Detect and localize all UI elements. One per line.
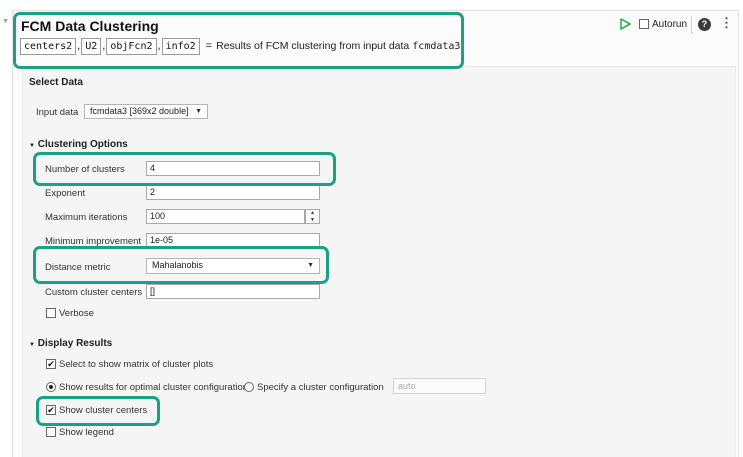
output-summary: centers2 , U2 , objFcn2 , info2 = Result… [20, 37, 460, 55]
checkmark-icon: ✔ [47, 405, 55, 415]
run-icon[interactable] [618, 17, 632, 31]
help-icon[interactable]: ? [698, 18, 711, 31]
display-results-heading[interactable]: ▼ Display Results [29, 338, 112, 349]
task-title: FCM Data Clustering [21, 18, 159, 34]
input-data-value: fcmdata3 [369x2 double] [90, 106, 189, 116]
input-data-label: Input data [36, 107, 79, 118]
select-data-heading: Select Data [29, 77, 83, 88]
clustering-options-label: Clustering Options [37, 139, 128, 150]
max-iterations-spinner[interactable]: ▲ ▼ [305, 209, 320, 224]
autorun-label: Autorun [652, 19, 688, 30]
distance-metric-label: Distance metric [45, 262, 111, 273]
comma-separator: , [102, 40, 106, 52]
min-improvement-field[interactable]: 1e-05 [146, 233, 320, 248]
checkmark-icon: ✔ [47, 359, 55, 369]
distance-metric-dropdown[interactable]: Mahalanobis ▼ [146, 258, 320, 274]
max-iterations-label: Maximum iterations [45, 212, 128, 223]
output-var-info[interactable]: info2 [161, 37, 200, 55]
exponent-field[interactable]: 2 [146, 185, 320, 200]
task-description: Results of FCM clustering from input dat… [216, 40, 410, 52]
show-centers-checkbox[interactable]: ✔ [46, 405, 56, 415]
specify-config-radio[interactable] [244, 382, 254, 392]
custom-centers-field[interactable]: [] [146, 284, 320, 299]
specify-config-field[interactable]: auto [393, 378, 486, 394]
verbose-checkbox[interactable] [46, 308, 56, 318]
optimal-config-label: Show results for optimal cluster configu… [59, 382, 249, 393]
num-clusters-field[interactable]: 4 [146, 161, 320, 176]
custom-centers-label: Custom cluster centers [45, 287, 143, 298]
more-options-icon[interactable]: ⋮ [720, 16, 733, 30]
exponent-label: Exponent [45, 188, 86, 199]
distance-metric-value: Mahalanobis [152, 260, 204, 270]
comma-separator: , [77, 40, 81, 52]
collapse-caret-icon: ▼ [29, 342, 35, 348]
min-improvement-label: Minimum improvement [45, 236, 142, 247]
optimal-config-radio[interactable] [46, 382, 56, 392]
specify-config-label: Specify a cluster configuration [257, 382, 384, 393]
dropdown-arrow-icon: ▼ [307, 262, 314, 269]
task-content-area [22, 66, 736, 457]
toolbar-divider [691, 16, 692, 34]
comma-separator: , [157, 40, 161, 52]
input-var-name: fcmdata3 [412, 40, 461, 52]
show-centers-label: Show cluster centers [59, 405, 148, 416]
show-legend-checkbox[interactable] [46, 427, 56, 437]
clustering-options-heading[interactable]: ▼ Clustering Options [29, 139, 128, 150]
show-legend-label: Show legend [59, 427, 114, 438]
max-iterations-field[interactable]: 100 [146, 209, 305, 224]
output-var-objective[interactable]: objFcn2 [106, 37, 157, 55]
dropdown-arrow-icon: ▼ [195, 108, 202, 115]
equals-sign: = [205, 40, 213, 52]
matrix-plots-checkbox[interactable]: ✔ [46, 359, 56, 369]
display-results-label: Display Results [37, 338, 113, 349]
collapse-caret-icon[interactable]: ▼ [2, 18, 9, 25]
output-var-centers[interactable]: centers2 [20, 37, 77, 55]
spinner-down-icon[interactable]: ▼ [306, 217, 319, 224]
collapse-caret-icon: ▼ [29, 143, 35, 149]
autorun-checkbox[interactable] [639, 19, 649, 29]
matrix-plots-label: Select to show matrix of cluster plots [59, 359, 214, 370]
input-data-dropdown[interactable]: fcmdata3 [369x2 double] ▼ [84, 104, 208, 119]
output-var-membership[interactable]: U2 [81, 37, 102, 55]
num-clusters-label: Number of clusters [45, 164, 125, 175]
verbose-label: Verbose [59, 308, 94, 319]
